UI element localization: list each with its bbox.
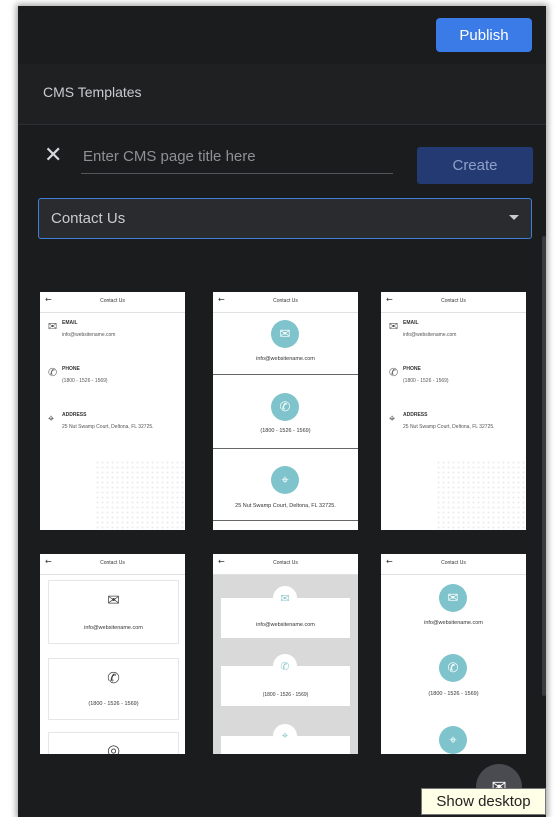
phone-icon: ✆: [439, 654, 467, 682]
email-label: EMAIL: [403, 320, 419, 326]
mail-icon: ✉: [271, 320, 299, 348]
email-value: info@websitename.com: [403, 332, 457, 338]
phone-label: PHONE: [62, 366, 80, 372]
phone-value: (1800 - 1526 - 1569): [88, 701, 139, 707]
top-bar: Publish: [18, 6, 546, 65]
card-title: Contact Us: [441, 560, 466, 566]
phone-value: (1800 - 1526 - 1569): [262, 692, 309, 698]
template-card-5[interactable]: ← Contact Us info@websitename.com ✉ (180…: [213, 554, 358, 754]
phone-row: ✆ PHONE (1800 - 1526 - 1569): [389, 366, 449, 384]
divider: [213, 448, 358, 449]
address-value: 25 Nut Swamp Court, Deltona, FL 32725.: [403, 424, 495, 430]
card-header: ← Contact Us: [381, 292, 526, 313]
phone-icon: ✆: [273, 654, 297, 678]
mail-icon: ✉: [389, 320, 399, 333]
section-title: CMS Templates: [43, 84, 142, 100]
address-box: ◎: [48, 732, 179, 754]
email-box: ✉ info@websitename.com: [48, 580, 179, 644]
email-row: ✉ EMAIL info@websitename.com: [389, 320, 456, 338]
phone-row: ✆ PHONE (1800 - 1526 - 1569): [48, 366, 108, 384]
page-title-input[interactable]: Enter CMS page title here: [81, 140, 393, 174]
mail-icon: ✉: [273, 586, 297, 610]
card-title: Contact Us: [441, 298, 466, 304]
email-row: ✉ EMAIL info@websitename.com: [48, 320, 115, 338]
card-title: Contact Us: [273, 298, 298, 304]
phone-icon: ✆: [48, 366, 58, 379]
phone-value: (1800 - 1526 - 1569): [260, 428, 311, 434]
template-card-3[interactable]: ← Contact Us ✉ EMAIL info@websitename.com…: [381, 292, 526, 530]
create-button[interactable]: Create: [417, 147, 533, 184]
close-icon[interactable]: ✕: [44, 145, 64, 167]
address-value: 25 Nut Swamp Court, Deltona, FL 32725.: [62, 424, 154, 430]
card-title: Contact Us: [273, 560, 298, 566]
email-value: info@websitename.com: [424, 620, 483, 626]
template-card-1[interactable]: ← Contact Us ✉ EMAIL info@websitename.com…: [40, 292, 185, 530]
phone-icon: ✆: [107, 669, 120, 687]
cms-panel: Publish CMS Templates ✕ Enter CMS page t…: [18, 6, 546, 817]
location-pin-icon: ⌖: [48, 412, 55, 425]
address-value: 25 Nut Swamp Court, Deltona, FL 32725.: [235, 503, 336, 509]
address-row: ⌖ ADDRESS 25 Nut Swamp Court, Deltona, FL…: [48, 412, 167, 430]
card-header: ← Contact Us: [213, 292, 358, 313]
divider: [213, 520, 358, 521]
dot-pattern: [95, 460, 185, 530]
location-pin-icon: ⌖: [273, 724, 297, 748]
card-header: ← Contact Us: [381, 554, 526, 575]
email-value: info@websitename.com: [256, 622, 315, 628]
template-select[interactable]: Contact Us: [38, 198, 532, 239]
card-header: ← Contact Us: [40, 554, 185, 575]
email-value: info@websitename.com: [84, 625, 143, 631]
email-value: info@websitename.com: [256, 356, 315, 362]
show-desktop-tooltip: Show desktop: [421, 788, 546, 815]
address-label: ADDRESS: [62, 412, 87, 418]
location-pin-icon: ⌖: [271, 466, 299, 494]
phone-icon: ✆: [271, 393, 299, 421]
location-pin-icon: ⌖: [439, 726, 467, 754]
dot-pattern: [436, 460, 526, 530]
chevron-down-icon: [509, 215, 519, 220]
phone-icon: ✆: [389, 366, 399, 379]
phone-value: (1800 - 1526 - 1569): [428, 691, 479, 697]
mail-icon: ✉: [439, 584, 467, 612]
card-title: Contact Us: [100, 560, 125, 566]
card-title: Contact Us: [100, 298, 125, 304]
card-header: ← Contact Us: [40, 292, 185, 313]
location-pin-icon: ◎: [106, 741, 121, 754]
address-row: ⌖ ADDRESS 25 Nut Swamp Court, Deltona, FL…: [389, 412, 508, 430]
template-card-4[interactable]: ← Contact Us ✉ info@websitename.com ✆ (1…: [40, 554, 185, 754]
phone-box: ✆ (1800 - 1526 - 1569): [48, 658, 179, 720]
mail-icon: ✉: [48, 320, 58, 333]
scrollbar[interactable]: [542, 236, 546, 696]
template-select-value: Contact Us: [51, 210, 126, 227]
template-card-6[interactable]: ← Contact Us ✉ info@websitename.com ✆ (1…: [381, 554, 526, 754]
mail-icon: ✉: [107, 591, 120, 609]
address-label: ADDRESS: [403, 412, 428, 418]
phone-label: PHONE: [403, 366, 421, 372]
divider: [213, 374, 358, 375]
phone-value: (1800 - 1526 - 1569): [403, 378, 449, 384]
template-card-2[interactable]: ← Contact Us ✉ info@websitename.com ✆ (1…: [213, 292, 358, 530]
publish-button[interactable]: Publish: [436, 18, 532, 52]
email-label: EMAIL: [62, 320, 78, 326]
card-header: ← Contact Us: [213, 554, 358, 575]
location-pin-icon: ⌖: [389, 412, 396, 425]
phone-value: (1800 - 1526 - 1569): [62, 378, 108, 384]
email-value: info@websitename.com: [62, 332, 116, 338]
